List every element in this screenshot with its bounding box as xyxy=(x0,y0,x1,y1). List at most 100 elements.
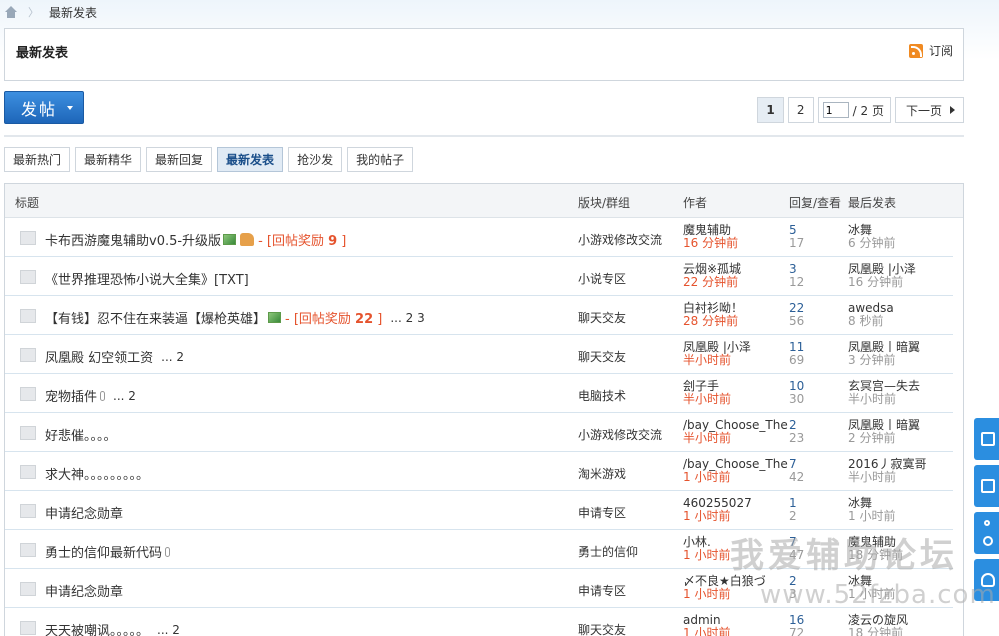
page-1-button[interactable]: 1 xyxy=(757,97,784,123)
thread-title-cell: 求大神。。。。。。。。。 xyxy=(45,464,149,483)
table-row[interactable]: 求大神。。。。。。。。。 淘米游戏/bay_Choose_The 1 小时前 7 42 2… xyxy=(5,452,953,491)
thread-title-cell: 勇士的信仰最新代码 xyxy=(45,542,171,561)
last-time[interactable]: 18 分钟前 xyxy=(848,627,908,636)
thread-forum[interactable]: 聊天交友 xyxy=(578,309,626,326)
thread-pages[interactable]: ... 2 xyxy=(161,350,184,364)
thread-last-post: 凌云の旋风 18 分钟前 xyxy=(848,614,908,636)
tab-latest-reply[interactable]: 最新回复 xyxy=(146,147,213,172)
thread-author: 〆不良★白狼づ 1 小时前 xyxy=(683,575,766,601)
page-jump-input[interactable] xyxy=(822,102,849,118)
thread-title[interactable]: 求大神。。。。。。。。。 xyxy=(45,464,149,483)
watermark-url: www.52fzba.com xyxy=(760,580,996,610)
thread-last-post: 玄冥宫—失去 半小时前 xyxy=(848,380,920,406)
last-time[interactable]: 半小时前 xyxy=(848,393,920,406)
thread-forum[interactable]: 申请专区 xyxy=(578,582,626,599)
tab-sofa[interactable]: 抢沙发 xyxy=(288,147,343,172)
thread-title[interactable]: 卡布西游魔鬼辅助v0.5-升级版 xyxy=(45,230,221,249)
page-2-button[interactable]: 2 xyxy=(787,97,814,123)
thread-title[interactable]: 《世界推理恐怖小说大全集》[TXT] xyxy=(45,269,249,288)
thread-forum[interactable]: 勇士的信仰 xyxy=(578,543,638,560)
thread-icon xyxy=(20,504,36,518)
table-row[interactable]: 凤凰殿 幻空领工资 ... 2 聊天交友 凤凰殿 |小泽 半小时前 11 69 凤凰殿丨暗翼 3… xyxy=(5,335,953,374)
next-page-label: 下一页 xyxy=(905,103,942,118)
thread-author: 白衬衫呦！ 28 分钟前 xyxy=(683,302,743,328)
reward-badge: - [回帖奖励 22 ] xyxy=(285,312,383,327)
thread-last-post: 凤凰殿丨暗翼 2 分钟前 xyxy=(848,419,920,445)
thread-icon xyxy=(20,621,36,635)
thread-title[interactable]: 好悲催。。。。 xyxy=(45,425,117,444)
thread-forum[interactable]: 聊天交友 xyxy=(578,348,626,365)
table-row[interactable]: 【有钱】忍不住在来装逼【爆枪英雄】 - [回帖奖励 22 ] ... 2 3 聊天交友… xyxy=(5,296,953,335)
home-icon[interactable] xyxy=(4,6,18,18)
thread-forum[interactable]: 淘米游戏 xyxy=(578,465,626,482)
thread-pages[interactable]: ... 2 xyxy=(113,389,136,403)
thread-forum[interactable]: 申请专区 xyxy=(578,504,626,521)
thread-title[interactable]: 天天被嘲讽。。。。。 xyxy=(45,620,149,636)
divider xyxy=(4,135,964,137)
side-doc-button[interactable] xyxy=(974,465,999,507)
side-share-button[interactable] xyxy=(974,512,999,554)
new-post-label: 发帖 xyxy=(21,99,58,119)
tab-digest[interactable]: 最新精华 xyxy=(75,147,142,172)
tab-my-threads[interactable]: 我的帖子 xyxy=(347,147,414,172)
thread-forum[interactable]: 小说专区 xyxy=(578,270,626,287)
last-time[interactable]: 16 分钟前 xyxy=(848,276,916,289)
table-row[interactable]: 《世界推理恐怖小说大全集》[TXT] 小说专区 云烟※孤城 22 分钟前 3 12 凤凰殿 … xyxy=(5,257,953,296)
subscribe-link[interactable]: 订阅 xyxy=(908,42,953,59)
author-time: 1 小时前 xyxy=(683,509,731,523)
thread-pages[interactable]: ... 2 xyxy=(157,623,180,636)
thread-title[interactable]: 申请纪念勋章 xyxy=(45,581,123,600)
next-page-button[interactable]: 下一页 xyxy=(894,97,964,123)
thread-icon xyxy=(20,465,36,479)
attachment-icon xyxy=(100,390,106,401)
thread-forum[interactable]: 小游戏修改交流 xyxy=(578,426,662,443)
last-time[interactable]: 3 分钟前 xyxy=(848,354,920,367)
tab-hot[interactable]: 最新热门 xyxy=(4,147,71,172)
table-row[interactable]: 申请纪念勋章 申请专区 460255027 1 小时前 1 2 冰舞 1 小时前 xyxy=(5,491,953,530)
table-header: 标题 版块/群组 作者 回复/查看 最后发表 xyxy=(5,184,963,218)
new-post-button[interactable]: 发帖 xyxy=(4,91,84,124)
pager: 1 2 / 2 页 下一页 xyxy=(753,97,964,123)
thread-title[interactable]: 勇士的信仰最新代码 xyxy=(45,542,162,561)
reward-badge: - [回帖奖励 9 ] xyxy=(258,234,347,249)
author-time: 1 小时前 xyxy=(683,470,731,484)
side-home-button[interactable] xyxy=(974,418,999,460)
thread-stats: 10 30 xyxy=(789,380,804,406)
thread-stats: 22 56 xyxy=(789,302,804,328)
home-icon xyxy=(981,432,995,446)
thread-last-post: 凤凰殿 |小泽 16 分钟前 xyxy=(848,263,916,289)
header-forum: 版块/群组 xyxy=(578,196,631,210)
page-title: 最新发表 xyxy=(16,46,69,61)
thread-icon xyxy=(20,231,36,245)
thread-pages[interactable]: ... 2 3 xyxy=(390,311,424,325)
last-time[interactable]: 2 分钟前 xyxy=(848,432,920,445)
last-time[interactable]: 6 分钟前 xyxy=(848,237,895,250)
table-row[interactable]: 好悲催。。。。 小游戏修改交流/bay_Choose_The 半小时前 2 23 凤凰殿丨… xyxy=(5,413,953,452)
last-time[interactable]: 半小时前 xyxy=(848,471,927,484)
breadcrumb: 〉 最新发表 xyxy=(4,2,97,22)
thread-title[interactable]: 申请纪念勋章 xyxy=(45,503,123,522)
author-time: 半小时前 xyxy=(683,431,732,445)
table-row[interactable]: 天天被嘲讽。。。。。 ... 2 聊天交友 admin 1 小时前 16 72 凌云の旋风 18… xyxy=(5,608,953,636)
thread-forum[interactable]: 聊天交友 xyxy=(578,621,626,636)
author-time: 1 小时前 xyxy=(683,548,731,562)
thread-author: 魔鬼辅助 16 分钟前 xyxy=(683,224,738,250)
table-row[interactable]: 卡布西游魔鬼辅助v0.5-升级版 - [回帖奖励 9 ] 小游戏修改交流 魔鬼辅助 16… xyxy=(5,218,953,257)
table-row[interactable]: 宠物插件 ... 2 电脑技术 刽子手 半小时前 10 30 玄冥宫—失去 半小时前 xyxy=(5,374,953,413)
thread-stats: 12 xyxy=(789,497,797,523)
last-time[interactable]: 8 秒前 xyxy=(848,315,894,328)
thread-forum[interactable]: 电脑技术 xyxy=(578,387,626,404)
thread-author: 云烟※孤城 22 分钟前 xyxy=(683,263,741,289)
thread-author: 刽子手 半小时前 xyxy=(683,380,731,406)
thread-title[interactable]: 【有钱】忍不住在来装逼【爆枪英雄】 xyxy=(45,308,266,327)
thread-title[interactable]: 凤凰殿 幻空领工资 xyxy=(45,347,153,366)
thread-icon xyxy=(20,543,36,557)
tab-latest-post[interactable]: 最新发表 xyxy=(217,147,284,172)
author-time: 1 小时前 xyxy=(683,587,731,601)
breadcrumb-current[interactable]: 最新发表 xyxy=(49,4,97,21)
view-count: 17 xyxy=(789,236,805,250)
view-count: 2 xyxy=(789,509,797,523)
thread-title[interactable]: 宠物插件 xyxy=(45,386,97,405)
thread-forum[interactable]: 小游戏修改交流 xyxy=(578,231,662,248)
last-time[interactable]: 1 小时前 xyxy=(848,510,895,523)
